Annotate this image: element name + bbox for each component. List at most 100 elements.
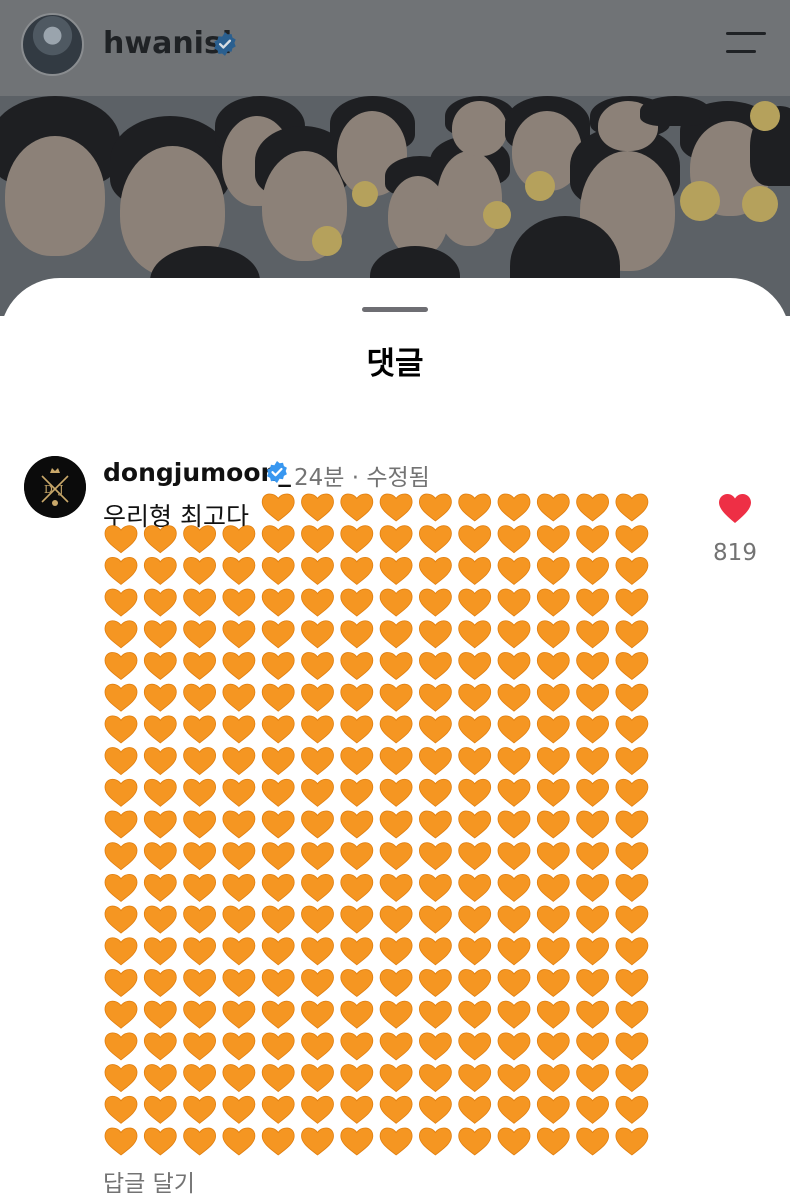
- orange-heart-icon: [104, 937, 138, 966]
- orange-heart-icon: [379, 1032, 413, 1061]
- orange-heart-icon: [183, 747, 216, 776]
- profile-avatar[interactable]: [21, 13, 84, 76]
- orange-heart-icon: [261, 1095, 295, 1124]
- commenter-avatar[interactable]: D J: [24, 456, 86, 518]
- orange-heart-icon: [301, 493, 334, 522]
- orange-heart-icon: [340, 937, 374, 966]
- sheet-title: 댓글: [366, 346, 424, 382]
- orange-heart-icon: [536, 1127, 570, 1156]
- orange-heart-icon: [340, 874, 374, 902]
- like-count: 819: [713, 540, 757, 566]
- orange-heart-icon: [458, 810, 492, 839]
- orange-heart-icon: [458, 683, 492, 712]
- heart-filled-icon[interactable]: [719, 494, 751, 524]
- orange-heart-icon: [379, 842, 413, 871]
- orange-heart-icon: [301, 1127, 334, 1156]
- svg-text:D: D: [44, 483, 53, 496]
- orange-heart-icon: [340, 778, 374, 807]
- orange-heart-icon: [576, 937, 610, 966]
- orange-heart-icon: [418, 620, 452, 649]
- orange-heart-icon: [143, 525, 177, 554]
- orange-heart-icon: [576, 493, 610, 522]
- reply-button[interactable]: 답글 달기: [103, 1164, 195, 1198]
- orange-heart-icon: [418, 1127, 452, 1156]
- orange-heart-icon: [536, 557, 570, 585]
- orange-heart-icon: [576, 683, 610, 712]
- orange-heart-icon: [418, 810, 452, 839]
- orange-heart-icon: [183, 1095, 216, 1124]
- orange-heart-icon: [615, 1127, 649, 1156]
- hamburger-menu-icon[interactable]: [726, 32, 766, 54]
- sheet-drag-handle[interactable]: [362, 307, 428, 312]
- orange-heart-icon: [576, 874, 610, 902]
- orange-heart-icon: [301, 1064, 334, 1093]
- orange-heart-icon: [143, 683, 177, 712]
- orange-heart-icon: [418, 747, 452, 776]
- orange-heart-icon: [379, 969, 413, 998]
- orange-heart-icon: [615, 1032, 649, 1061]
- orange-heart-icon: [497, 1032, 531, 1061]
- orange-heart-icon: [104, 905, 138, 934]
- orange-heart-icon: [418, 715, 452, 744]
- orange-heart-icon: [536, 778, 570, 807]
- orange-heart-icon: [183, 620, 216, 649]
- orange-heart-icon: [458, 937, 492, 966]
- comments-sheet: 댓글 D J dongjumoon_ 24분 · 수정됨 우리형 최고다 819…: [0, 278, 790, 1199]
- orange-heart-icon: [143, 905, 177, 934]
- orange-heart-icon: [418, 652, 452, 681]
- orange-heart-icon: [379, 620, 413, 649]
- orange-heart-icon: [261, 937, 295, 966]
- orange-heart-icon: [222, 683, 256, 712]
- orange-heart-icon: [615, 525, 649, 554]
- orange-heart-icon: [536, 652, 570, 681]
- orange-heart-icon: [340, 620, 374, 649]
- orange-heart-icon: [104, 747, 138, 776]
- orange-heart-icon: [497, 715, 531, 744]
- orange-heart-icon: [261, 1064, 295, 1093]
- orange-heart-icon: [222, 715, 256, 744]
- orange-heart-icon: [615, 810, 649, 839]
- orange-heart-icon: [497, 652, 531, 681]
- orange-heart-icon: [143, 715, 177, 744]
- orange-heart-icon: [222, 525, 256, 554]
- orange-heart-icon: [261, 778, 295, 807]
- orange-heart-icon: [261, 969, 295, 998]
- orange-heart-icon: [536, 715, 570, 744]
- orange-heart-icon: [143, 1095, 177, 1124]
- orange-heart-icon: [497, 620, 531, 649]
- orange-heart-icon: [615, 905, 649, 934]
- orange-heart-icon: [379, 652, 413, 681]
- orange-heart-icon: [458, 525, 492, 554]
- orange-heart-icon: [340, 652, 374, 681]
- orange-heart-icon: [418, 525, 452, 554]
- orange-heart-icon: [615, 874, 649, 902]
- orange-heart-icon: [576, 969, 610, 998]
- orange-heart-icon: [301, 1032, 334, 1061]
- orange-heart-icon: [497, 588, 531, 617]
- verified-badge-icon: [267, 461, 287, 483]
- orange-heart-icon: [536, 937, 570, 966]
- orange-heart-icon: [143, 620, 177, 649]
- orange-heart-icon: [615, 1064, 649, 1093]
- commenter-username[interactable]: dongjumoon_: [103, 458, 291, 487]
- orange-heart-icon: [301, 937, 334, 966]
- orange-heart-icon: [104, 652, 138, 681]
- orange-heart-icon: [458, 715, 492, 744]
- orange-heart-icon: [497, 810, 531, 839]
- orange-heart-icon: [615, 620, 649, 649]
- orange-heart-icon: [183, 683, 216, 712]
- orange-heart-icon: [418, 1064, 452, 1093]
- orange-heart-icon: [418, 1000, 452, 1029]
- orange-heart-icon: [379, 747, 413, 776]
- orange-heart-icon: [576, 810, 610, 839]
- orange-heart-icon: [222, 778, 256, 807]
- orange-heart-icon: [615, 493, 649, 522]
- orange-heart-icon: [222, 1095, 256, 1124]
- orange-heart-icon: [615, 588, 649, 617]
- orange-heart-icon: [615, 969, 649, 998]
- orange-heart-icon: [183, 937, 216, 966]
- orange-heart-icon: [183, 778, 216, 807]
- orange-heart-icon: [458, 747, 492, 776]
- orange-heart-icon: [222, 842, 256, 871]
- orange-heart-icon: [576, 557, 610, 585]
